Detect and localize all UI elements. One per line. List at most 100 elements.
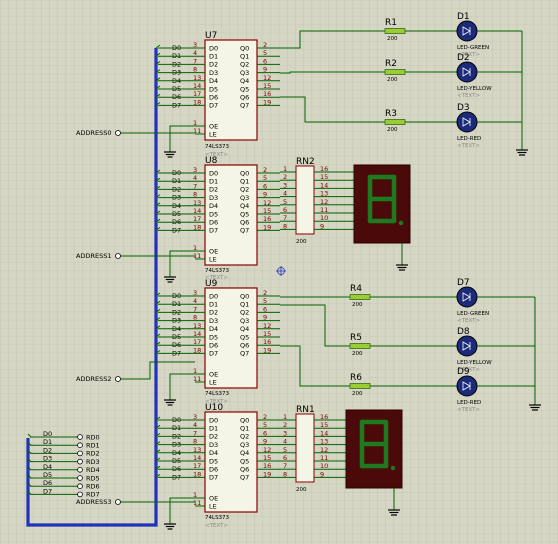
pin-number: 17 (193, 462, 201, 470)
pin-number: 8 (193, 66, 197, 74)
pin-number: 14 (320, 181, 328, 189)
resistor-body (384, 119, 406, 125)
pin-number: 4 (283, 438, 287, 446)
pin-number: 7 (283, 462, 287, 470)
led-ref: D7 (457, 278, 470, 288)
resistor-body (384, 28, 406, 34)
pin-label: Q5 (240, 85, 249, 93)
pin-number: 18 (193, 470, 201, 478)
connector-pin[interactable] (77, 475, 83, 481)
pin-label: Q3 (240, 441, 249, 449)
pin-number: 7 (193, 429, 197, 437)
connector-pin[interactable] (77, 491, 83, 498)
led-ref: D9 (457, 367, 470, 377)
led-body (456, 20, 478, 42)
latch-part-label: 74LS373 (205, 144, 230, 150)
led-body (456, 111, 478, 133)
schematic-canvas: U7 74LS373 <TEXT> U8 74LS373 <TEXT> U9 7… (0, 0, 558, 544)
pin-number: 13 (320, 190, 328, 198)
resistor-value: 200 (352, 302, 363, 308)
pin-label: Q1 (240, 53, 249, 61)
pin-label: D7 (209, 474, 218, 482)
pin-number: 7 (283, 214, 287, 222)
led-part: LED-GREEN (457, 45, 489, 51)
pin-label: D2 (209, 309, 218, 317)
pin-label: D3 (209, 441, 218, 449)
pin-number: 7 (193, 182, 197, 190)
connector-pin[interactable] (77, 458, 83, 465)
pin-number: 6 (283, 206, 287, 214)
led-text-placeholder: <TEXT> (457, 143, 480, 149)
connector-pin[interactable] (77, 442, 83, 449)
le-label: LE (209, 378, 217, 386)
pin-label: Q0 (240, 416, 249, 424)
connector-signal-label: D1 (43, 438, 52, 446)
pin-number: 4 (193, 297, 197, 305)
pin-label: D4 (209, 325, 218, 333)
connector-pin[interactable] (77, 483, 83, 490)
pin-label: D5 (209, 333, 218, 341)
connector-pin[interactable] (77, 450, 83, 457)
pin-label: D5 (209, 85, 218, 93)
pin-label: Q3 (240, 317, 249, 325)
pin-number: 3 (193, 166, 197, 174)
display-dot (398, 220, 404, 226)
pin-label: Q0 (240, 44, 249, 52)
pin-label: Q7 (240, 227, 249, 235)
pin-number: 8 (193, 314, 197, 322)
resistor-value: 200 (387, 36, 398, 42)
pin-number: 18 (193, 223, 201, 231)
pin-number: 14 (193, 454, 201, 462)
pin-label: D2 (209, 186, 218, 194)
pin-label: D6 (209, 342, 218, 350)
pin-label: Q6 (240, 342, 249, 350)
pin-number: 7 (193, 305, 197, 313)
pin-label: D1 (209, 53, 218, 61)
connector-signal-label: D3 (43, 455, 52, 463)
network-ref: RN1 (296, 405, 315, 415)
pin-label: Q7 (240, 350, 249, 358)
pin-number: 11 (320, 206, 328, 214)
connector-pin[interactable] (77, 434, 83, 440)
pin-number: 8 (283, 222, 287, 230)
led-part: LED-YELLOW (457, 360, 492, 366)
pin-label: D7 (209, 350, 218, 358)
pin-number: 13 (193, 199, 201, 207)
pin-label: Q1 (240, 178, 249, 186)
led-text-placeholder: <TEXT> (457, 93, 480, 99)
pin-number: 1 (283, 413, 287, 421)
pin-label: D1 (209, 178, 218, 186)
pin-number: 7 (193, 57, 197, 65)
pin-number: 11 (320, 454, 328, 462)
pin-label: D0 (209, 169, 218, 177)
connector-pin[interactable] (77, 466, 83, 473)
led-part: LED-RED (457, 400, 481, 406)
led-ref: D2 (457, 53, 470, 63)
le-label: LE (209, 502, 217, 510)
pin-number: 15 (320, 173, 328, 181)
pin-number: 4 (193, 174, 197, 182)
pin-label: Q4 (240, 77, 249, 85)
pin-label: D3 (209, 69, 218, 77)
led-ref: D3 (457, 103, 470, 113)
display-dot (390, 465, 396, 471)
pin-label: D7 (209, 102, 218, 110)
pin-label: D6 (209, 466, 218, 474)
pin-number: 13 (193, 74, 201, 82)
resistor-value: 200 (387, 77, 398, 83)
pin-label: Q2 (240, 61, 249, 69)
connector-pin-label: RD2 (86, 450, 100, 458)
connector-signal-label: D5 (43, 471, 52, 479)
pin-label: Q0 (240, 292, 249, 300)
pin-label: Q3 (240, 69, 249, 77)
pin-label: D7 (209, 227, 218, 235)
resistor-ref: R3 (385, 109, 397, 119)
pin-number: 9 (320, 222, 324, 230)
pin-number: 18 (193, 98, 201, 106)
pin-number: 17 (193, 215, 201, 223)
pin-number: 14 (320, 429, 328, 437)
led-body (456, 375, 478, 397)
address0-label: ADDRESS0 (76, 129, 111, 137)
pin-number: 1 (283, 165, 287, 173)
oe-label: OE (209, 122, 218, 130)
